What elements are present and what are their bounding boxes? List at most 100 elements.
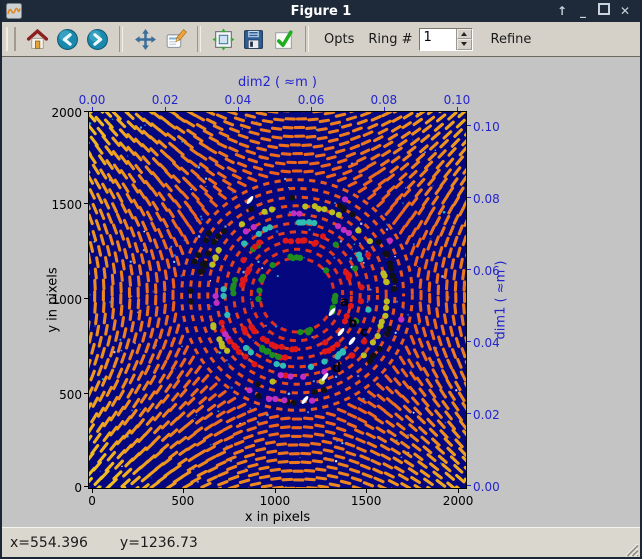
toolbar-handle[interactable]: [6, 27, 16, 51]
home-button[interactable]: [23, 25, 51, 53]
control-point: [275, 354, 281, 360]
close-button[interactable]: ✕: [618, 2, 632, 20]
back-button[interactable]: [53, 25, 81, 53]
control-point: [367, 238, 373, 244]
control-point: [316, 206, 322, 212]
control-point: [232, 277, 238, 283]
control-point: [289, 346, 295, 352]
down-arrow-icon: [461, 42, 467, 46]
control-point: [243, 228, 249, 234]
control-point: [321, 359, 327, 365]
edit-icon: [164, 28, 187, 51]
control-point: [259, 345, 265, 351]
control-point: [219, 320, 225, 326]
navigation-toolbar: Opts Ring # 1 Refine: [2, 22, 640, 57]
control-point: [355, 227, 361, 233]
opts-button[interactable]: Opts: [316, 30, 362, 49]
save-button[interactable]: [239, 25, 267, 53]
spin-up-button[interactable]: [457, 29, 472, 40]
control-point: [384, 298, 390, 304]
right-axis-tick: 0.00: [473, 480, 500, 494]
control-point: [291, 210, 297, 216]
ring-group-annotation: d: [332, 361, 341, 376]
control-point: [383, 305, 389, 311]
control-point: [269, 352, 275, 358]
control-point: [221, 228, 227, 234]
control-point: [348, 352, 354, 358]
control-point: [367, 358, 373, 364]
edit-button[interactable]: [161, 25, 189, 53]
tick-mark: [84, 111, 88, 112]
spin-down-button[interactable]: [457, 39, 472, 50]
top-axis-tick: 0.08: [370, 93, 397, 107]
right-axis-tick: 0.08: [473, 192, 500, 206]
control-point: [329, 209, 335, 215]
control-point: [297, 329, 303, 335]
configure-subplots-button[interactable]: [209, 25, 237, 53]
control-point: [256, 288, 262, 294]
tick-mark: [311, 107, 312, 111]
tick-mark: [84, 393, 88, 394]
bottom-axis-tick: 1000: [260, 494, 291, 508]
refine-button[interactable]: Refine: [483, 30, 540, 49]
shade-button[interactable]: ↑: [555, 2, 569, 20]
pan-button[interactable]: [131, 25, 159, 53]
cursor-y-readout: y=1236.73: [120, 535, 198, 551]
left-axis-tick: 500: [2, 388, 82, 402]
minimize-button[interactable]: _: [576, 2, 590, 20]
tick-mark: [384, 107, 385, 111]
left-axis-tick: 1000: [2, 293, 82, 307]
control-point: [241, 326, 247, 332]
control-point: [322, 339, 328, 345]
control-point: [349, 211, 355, 217]
control-point: [199, 268, 205, 274]
ring-number-spinbox[interactable]: 1: [419, 28, 473, 51]
control-point: [260, 274, 266, 280]
control-point: [236, 349, 242, 355]
control-point: [251, 224, 257, 230]
control-point: [398, 316, 404, 322]
control-point: [231, 282, 237, 288]
titlebar[interactable]: Figure 1 ↑ _ ✕: [2, 0, 640, 22]
control-point: [384, 331, 390, 337]
control-point: [342, 196, 348, 202]
control-point: [388, 265, 394, 271]
control-point: [321, 206, 327, 212]
diffraction-image[interactable]: abcd: [89, 112, 466, 488]
toolbar-separator: [197, 26, 201, 52]
control-point: [311, 220, 317, 226]
configure-subplots-icon: [212, 28, 235, 51]
control-point: [224, 348, 230, 354]
control-point: [192, 259, 198, 265]
tick-mark: [458, 489, 459, 493]
control-point: [187, 288, 193, 294]
control-point: [248, 324, 254, 330]
control-point: [297, 255, 303, 261]
control-point: [321, 387, 327, 393]
forward-button[interactable]: [83, 25, 111, 53]
control-point: [239, 221, 245, 227]
control-point: [323, 267, 329, 273]
control-point: [215, 233, 221, 239]
home-icon: [26, 28, 49, 51]
resize-grip[interactable]: [621, 539, 639, 557]
control-point: [209, 262, 215, 268]
control-point: [213, 255, 219, 261]
ring-number-value[interactable]: 1: [420, 29, 456, 50]
control-point: [214, 300, 220, 306]
maximize-button[interactable]: [597, 2, 611, 20]
control-point: [219, 340, 225, 346]
control-point: [288, 238, 294, 244]
control-point: [358, 298, 364, 304]
control-point: [361, 352, 367, 358]
control-point: [311, 241, 317, 247]
control-point: [281, 397, 287, 403]
tick-mark: [84, 203, 88, 204]
control-point: [331, 297, 337, 303]
control-point: [231, 343, 237, 349]
tick-mark: [84, 298, 88, 299]
figure-window: Figure 1 ↑ _ ✕: [0, 0, 642, 559]
control-point: [246, 387, 252, 393]
apply-button[interactable]: [269, 25, 297, 53]
apply-check-icon: [272, 28, 295, 51]
